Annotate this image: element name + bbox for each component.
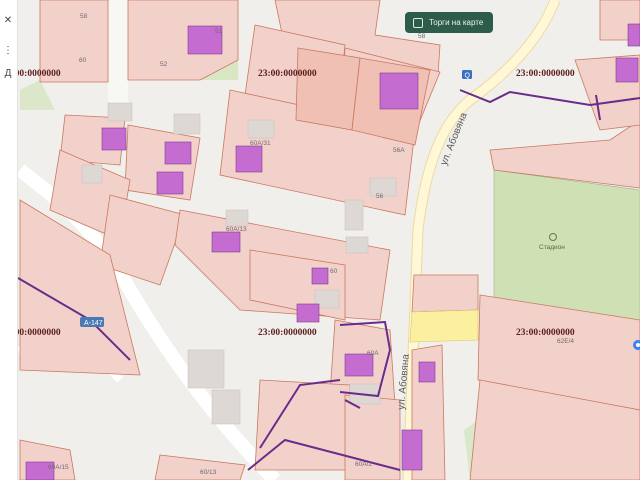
plot-label: 60 xyxy=(330,268,338,275)
plot-label: 51 xyxy=(215,28,223,35)
plot-label: 60A/15 xyxy=(48,464,69,471)
svg-text:А-147: А-147 xyxy=(84,320,103,327)
highlighted-parcel[interactable] xyxy=(409,309,479,343)
plot-label: 60А/2 xyxy=(355,461,372,468)
plot-label: 52 xyxy=(160,61,168,68)
map-canvas[interactable]: 23:00:0000000 23:00:0000000 23:00:000000… xyxy=(0,0,640,480)
cadastral-label: 23:00:0000000 xyxy=(516,69,575,79)
close-icon[interactable]: ✕ xyxy=(0,15,16,26)
cadastral-map[interactable]: 23:00:0000000 23:00:0000000 23:00:000000… xyxy=(0,0,640,480)
plot-label: 60A/13 xyxy=(226,226,247,233)
svg-text:Q: Q xyxy=(465,73,471,80)
auction-toggle-button[interactable]: Торги на карте xyxy=(405,12,494,33)
plot-label: 56 xyxy=(376,193,384,200)
plot-label: 60A/31 xyxy=(250,140,271,147)
plot-label: 56A xyxy=(393,147,405,154)
cadastral-label: 23:00:0000000 xyxy=(516,328,575,338)
plot-label: 58 xyxy=(418,33,426,40)
road-number-badge: А-147 xyxy=(80,317,104,327)
plot-label: 58 xyxy=(80,13,88,20)
cadastral-label: 23:00:0000000 xyxy=(258,328,317,338)
checkbox-icon[interactable] xyxy=(413,17,423,28)
plot-label: 60/13 xyxy=(200,469,217,476)
svg-text:Стадион: Стадион xyxy=(539,244,565,251)
plot-label: 60A xyxy=(367,350,379,357)
left-toolbar: ✕ ⋮ Д xyxy=(0,0,18,480)
left-strip-text: Д xyxy=(4,68,12,79)
auction-toggle-label: Торги на карте xyxy=(429,18,484,27)
menu-icon[interactable]: ⋮ xyxy=(0,45,16,56)
plot-label: 62Е/4 xyxy=(557,338,574,345)
cadastral-label: 23:00:0000000 xyxy=(258,69,317,79)
search-badge[interactable]: Q xyxy=(462,70,472,80)
plot-label: 60 xyxy=(79,57,87,64)
